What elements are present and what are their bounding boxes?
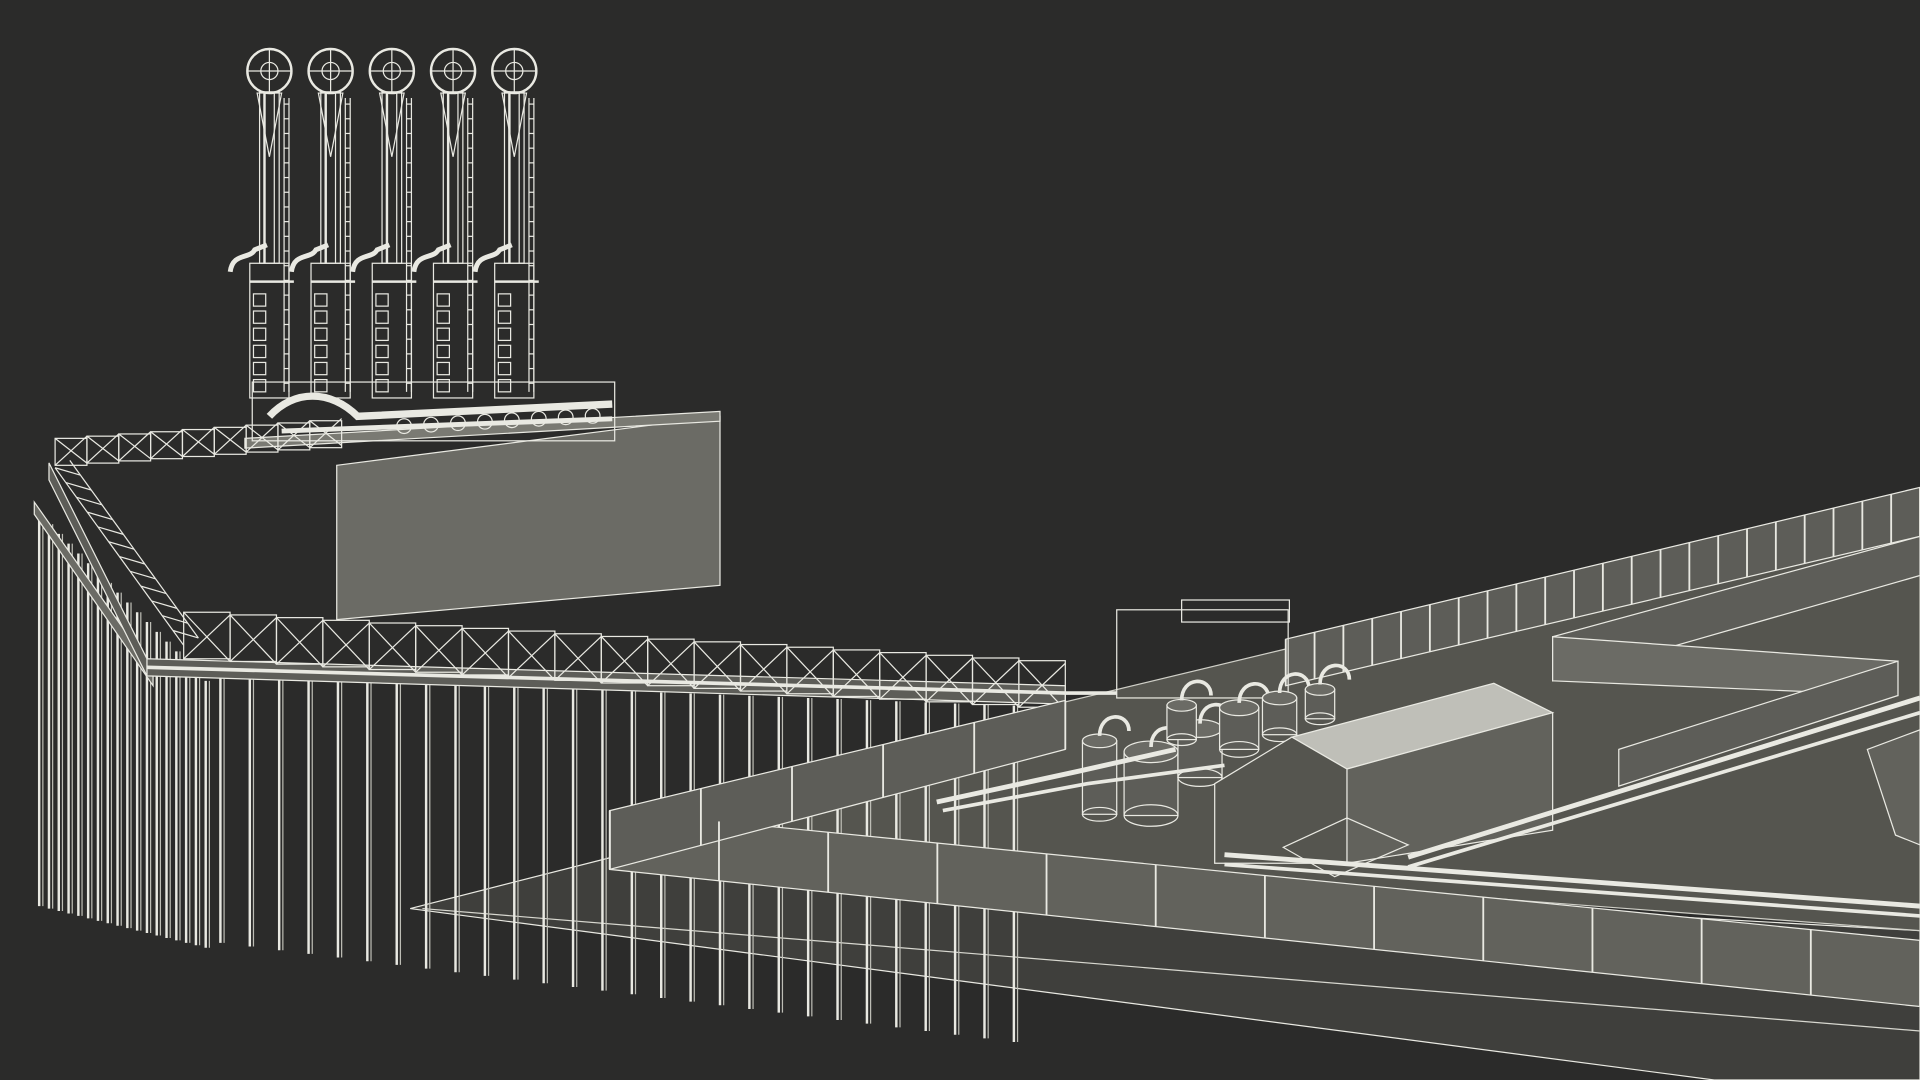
arm-riser-panel (497, 293, 512, 307)
vessel-head (1261, 690, 1298, 706)
truss-brace (76, 496, 103, 506)
vessel-head (1304, 682, 1336, 696)
arm-counterweight (440, 92, 467, 157)
loading-arm (350, 47, 417, 399)
arm-riser-panel (314, 310, 328, 324)
truss-brace (151, 600, 178, 609)
arm-boom (258, 91, 280, 264)
arm-riser-panel (497, 327, 512, 342)
trestle-truss-main (183, 611, 1066, 711)
truss-brace (368, 625, 417, 670)
arm-riser-panel (497, 361, 512, 376)
loading-arm (472, 47, 539, 399)
truss-brace (183, 614, 231, 660)
truss-brace (182, 426, 215, 457)
arm-riser-panel (252, 293, 267, 307)
arm-riser-panel (497, 310, 512, 324)
vessel-head (1166, 698, 1197, 712)
arm-riser-panel (436, 361, 450, 376)
render-viewport (0, 0, 1920, 1080)
truss-brace (140, 585, 167, 595)
arm-riser-panel (314, 327, 328, 342)
marine-loading-arms (227, 47, 539, 399)
vessel-shell (1081, 740, 1118, 815)
truss-brace (276, 619, 324, 665)
truss-brace (150, 429, 183, 460)
truss-brace (119, 555, 145, 565)
truss-brace (87, 511, 113, 521)
arm-boom (320, 91, 342, 264)
truss-brace (65, 481, 92, 491)
loading-arm (411, 47, 478, 399)
truss-brace (322, 622, 370, 668)
truss-brace (86, 433, 120, 464)
arm-swivel-elbow (288, 242, 330, 273)
arm-swivel-elbow (472, 242, 513, 273)
arm-riser (432, 262, 474, 399)
arm-counterweight (256, 92, 283, 157)
arm-riser-panel (375, 344, 389, 359)
arm-boom (503, 91, 525, 264)
pier-wall-block (336, 415, 721, 621)
truss-brace (118, 431, 152, 462)
arm-swivel-elbow (411, 242, 452, 273)
arm-counterweight (317, 92, 344, 157)
arm-riser-panel (252, 344, 267, 359)
arm-riser-panel (436, 344, 450, 359)
arm-riser-panel (436, 293, 450, 307)
arm-riser-panel (375, 310, 389, 324)
vessel-head (1081, 733, 1118, 749)
arm-riser (310, 262, 351, 399)
arm-riser-panel (375, 293, 389, 307)
loading-arm (227, 47, 294, 399)
truss-brace (172, 629, 199, 639)
arm-riser-panel (252, 327, 267, 342)
arm-swivel-elbow (350, 242, 391, 273)
arm-riser-panel (314, 344, 328, 359)
arm-riser-panel (375, 327, 389, 342)
manifold-header-pipe (266, 392, 613, 421)
arm-riser (371, 262, 413, 399)
truss-brace (54, 467, 81, 476)
arm-riser-panel (252, 361, 267, 376)
truss-brace (54, 435, 88, 466)
arm-counterweight (378, 92, 405, 157)
truss-brace (229, 617, 277, 662)
arm-counterweight (501, 92, 528, 157)
arm-riser-panel (375, 361, 389, 376)
arm-riser (494, 262, 535, 399)
arm-riser-panel (436, 327, 450, 342)
arm-boom (381, 91, 403, 264)
arm-swivel-elbow (227, 242, 268, 273)
truss-brace (213, 424, 247, 455)
arm-boom (442, 91, 464, 264)
truss-brace (97, 526, 124, 535)
truss-brace (415, 627, 463, 673)
process-frame-top (1181, 599, 1290, 623)
arm-riser (249, 262, 290, 399)
arm-riser-panel (252, 310, 267, 324)
arm-riser-panel (497, 344, 512, 359)
lng-terminal-wireframe-render (33, 47, 1920, 1080)
arm-riser-panel (314, 293, 328, 307)
arm-riser-panel (314, 361, 328, 376)
loading-arm (288, 47, 356, 399)
truss-brace (108, 541, 135, 550)
arm-riser-panel (436, 310, 450, 324)
truss-brace (129, 570, 156, 580)
